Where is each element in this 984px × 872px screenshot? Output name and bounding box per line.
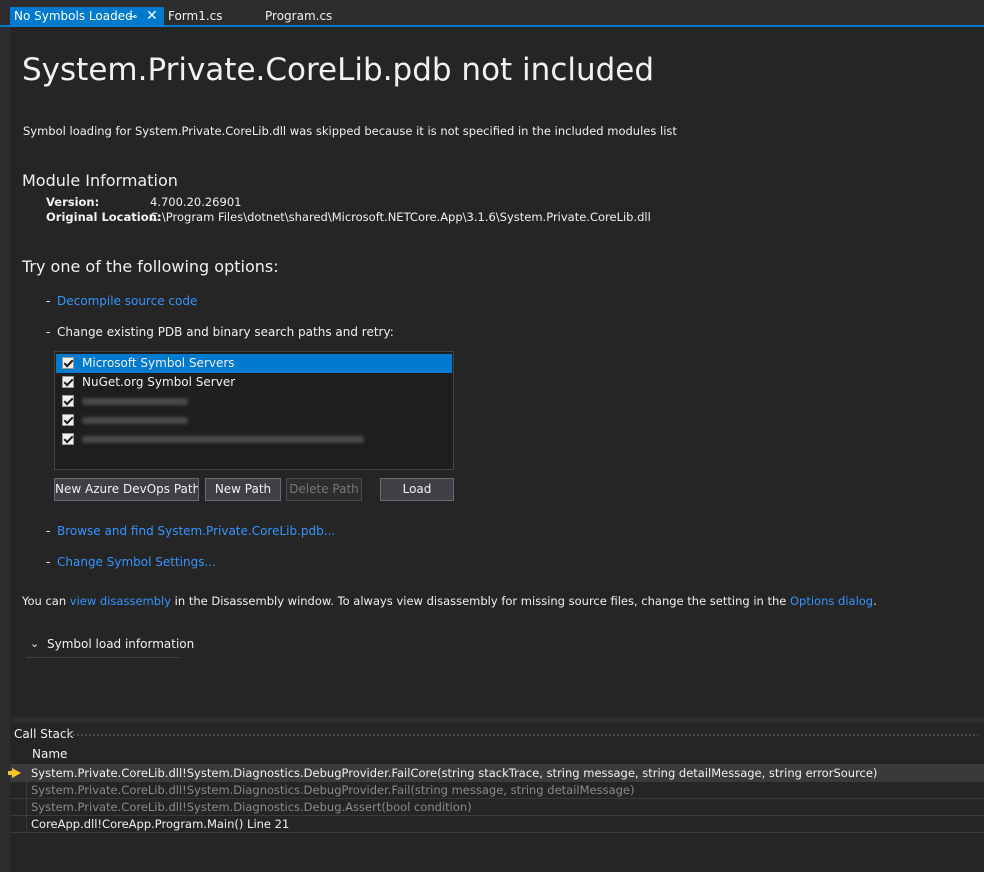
original-location-value: C:\Program Files\dotnet\shared\Microsoft… — [150, 210, 651, 224]
stack-frame-text: System.Private.CoreLib.dll!System.Diagno… — [31, 783, 635, 797]
close-icon[interactable]: ✕ — [146, 7, 158, 26]
new-azure-devops-path-button[interactable]: New Azure DevOps Path... — [54, 478, 199, 501]
module-information-heading: Module Information — [22, 171, 178, 190]
table-row[interactable]: System.Private.CoreLib.dll!System.Diagno… — [10, 782, 984, 799]
page-title: System.Private.CoreLib.pdb not included — [22, 52, 655, 88]
checkbox[interactable] — [62, 414, 74, 426]
options-heading: Try one of the following options: — [22, 257, 279, 276]
left-gutter — [0, 27, 10, 872]
checkbox[interactable] — [62, 395, 74, 407]
call-stack-title: Call Stack — [14, 727, 74, 741]
bullet-dash: - — [46, 294, 51, 308]
redacted-path — [82, 398, 188, 405]
row-gutter — [8, 765, 27, 781]
checkbox[interactable] — [62, 357, 74, 369]
options-dialog-link[interactable]: Options dialog — [790, 594, 873, 608]
table-row[interactable]: System.Private.CoreLib.dll!System.Diagno… — [10, 799, 984, 816]
view-disassembly-link[interactable]: view disassembly — [70, 594, 171, 608]
decompile-option: - Decompile source code — [46, 294, 197, 308]
hint-text: in the Disassembly window. To always vie… — [171, 594, 790, 608]
version-value: 4.700.20.26901 — [150, 195, 242, 209]
new-path-button[interactable]: New Path — [205, 478, 281, 501]
change-paths-text: Change existing PDB and binary search pa… — [57, 325, 394, 339]
page-description: Symbol loading for System.Private.CoreLi… — [23, 124, 677, 138]
table-row[interactable]: CoreApp.dll!CoreApp.Program.Main() Line … — [10, 816, 984, 833]
original-location-label: Original Location: — [46, 210, 162, 224]
checkbox[interactable] — [62, 433, 74, 445]
bullet-dash: - — [46, 325, 51, 339]
list-item[interactable] — [56, 392, 452, 411]
stack-frame-text: CoreApp.dll!CoreApp.Program.Main() Line … — [31, 817, 290, 831]
list-item[interactable] — [56, 430, 452, 449]
stack-frame-text: System.Private.CoreLib.dll!System.Diagno… — [31, 766, 878, 780]
disassembly-hint: You can view disassembly in the Disassem… — [22, 594, 877, 608]
hint-text: You can — [22, 594, 70, 608]
symbol-load-information-expander[interactable]: ⌄ Symbol load information — [26, 633, 194, 658]
column-header-row — [10, 744, 984, 765]
hint-text: . — [873, 594, 877, 608]
list-item[interactable]: NuGet.org Symbol Server — [56, 373, 452, 392]
current-frame-arrow-icon — [8, 768, 21, 778]
tab-label: Program.cs — [265, 9, 333, 23]
redacted-path — [82, 436, 364, 443]
expander-label: Symbol load information — [47, 637, 195, 651]
tab-program-cs[interactable]: Program.cs — [265, 7, 332, 26]
browse-pdb-link[interactable]: Browse and find System.Private.CoreLib.p… — [57, 524, 335, 538]
panel-drag-grip[interactable] — [68, 733, 978, 738]
row-gutter — [10, 799, 27, 815]
pin-icon[interactable]: ⊸ — [128, 7, 137, 26]
path-label: Microsoft Symbol Servers — [82, 356, 235, 370]
tab-no-symbols-loaded[interactable]: No Symbols Loaded ⊸ ✕ — [10, 7, 164, 26]
symbol-path-list[interactable]: Microsoft Symbol Servers NuGet.org Symbo… — [54, 351, 454, 470]
chevron-down-icon: ⌄ — [30, 637, 40, 650]
change-paths-option: - Change existing PDB and binary search p… — [46, 325, 394, 339]
browse-option: - Browse and find System.Private.CoreLib.… — [46, 524, 335, 538]
row-gutter — [10, 782, 27, 798]
table-row[interactable]: System.Private.CoreLib.dll!System.Diagno… — [8, 765, 984, 782]
load-button[interactable]: Load — [380, 478, 454, 501]
delete-path-button[interactable]: Delete Path — [286, 478, 362, 501]
decompile-source-link[interactable]: Decompile source code — [57, 294, 197, 308]
row-gutter — [10, 816, 27, 832]
list-item[interactable] — [56, 411, 452, 430]
symbol-settings-option: - Change Symbol Settings... — [46, 555, 216, 569]
stack-frame-text: System.Private.CoreLib.dll!System.Diagno… — [31, 800, 472, 814]
redacted-path — [82, 417, 188, 424]
tab-label: No Symbols Loaded — [14, 9, 133, 23]
tab-label: Form1.cs — [168, 9, 223, 23]
tab-form1-cs[interactable]: Form1.cs — [168, 7, 223, 26]
bullet-dash: - — [46, 524, 51, 538]
checkbox[interactable] — [62, 376, 74, 388]
list-item[interactable]: Microsoft Symbol Servers — [56, 354, 452, 373]
bullet-dash: - — [46, 555, 51, 569]
version-label: Version: — [46, 195, 100, 209]
path-label: NuGet.org Symbol Server — [82, 375, 236, 389]
change-symbol-settings-link[interactable]: Change Symbol Settings... — [57, 555, 216, 569]
column-header-name[interactable]: Name — [32, 747, 67, 761]
document-tab-strip: No Symbols Loaded ⊸ ✕ Form1.cs Program.c… — [0, 0, 984, 27]
